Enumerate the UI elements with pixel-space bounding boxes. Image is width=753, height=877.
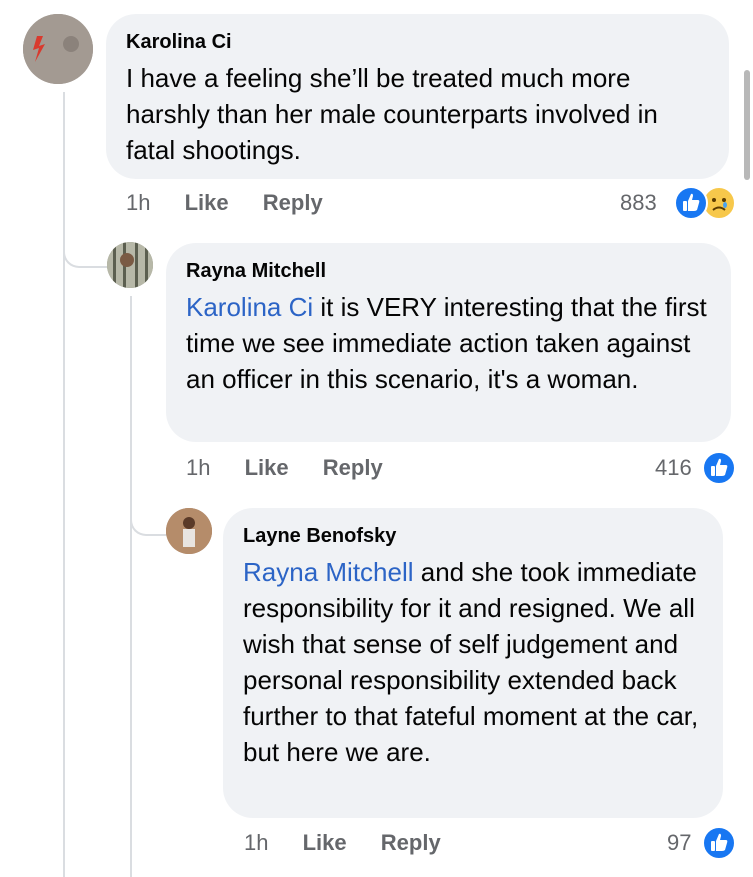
mention-link[interactable]: Rayna Mitchell	[243, 557, 414, 587]
like-icon	[702, 826, 736, 860]
comment-timestamp[interactable]: 1h	[186, 455, 210, 480]
comment-actions: 1h Like Reply	[126, 190, 323, 216]
thread-line-main	[63, 92, 65, 877]
comment-actions: 1h Like Reply	[186, 455, 383, 481]
comment-author[interactable]: Layne Benofsky	[243, 524, 703, 548]
comment-bubble: Karolina Ci I have a feeling she’ll be t…	[106, 14, 729, 179]
avatar-image	[23, 14, 93, 84]
mention-link[interactable]: Karolina Ci	[186, 292, 313, 322]
comment-actions: 1h Like Reply	[244, 830, 441, 856]
avatar[interactable]	[107, 242, 153, 288]
comment-author[interactable]: Karolina Ci	[126, 30, 709, 54]
thread-connector	[130, 500, 168, 536]
comment-timestamp[interactable]: 1h	[244, 830, 268, 855]
comment-text-body: and she took immediate responsibility fo…	[243, 557, 699, 767]
like-button[interactable]: Like	[303, 830, 347, 855]
comment-bubble: Layne Benofsky Rayna Mitchell and she to…	[223, 508, 723, 818]
comment-text: Karolina Ci it is VERY interesting that …	[186, 289, 711, 397]
reply-button[interactable]: Reply	[263, 190, 323, 215]
comment-text: I have a feeling she’ll be treated much …	[126, 63, 658, 165]
scrollbar[interactable]	[744, 70, 750, 180]
avatar[interactable]	[166, 508, 212, 554]
avatar-image	[166, 508, 212, 554]
like-icon	[674, 186, 708, 220]
reply-button[interactable]: Reply	[323, 455, 383, 480]
reaction-count[interactable]: 97	[667, 830, 691, 856]
avatar-image	[107, 242, 153, 288]
like-icon	[702, 451, 736, 485]
reply-button[interactable]: Reply	[381, 830, 441, 855]
thread-line-reply	[130, 296, 132, 877]
comment-text: Rayna Mitchell and she took immediate re…	[243, 554, 703, 770]
avatar[interactable]	[23, 14, 93, 84]
comment-timestamp[interactable]: 1h	[126, 190, 150, 215]
reaction-count[interactable]: 416	[655, 455, 692, 481]
like-button[interactable]: Like	[185, 190, 229, 215]
comment-author[interactable]: Rayna Mitchell	[186, 259, 711, 283]
thread-connector	[63, 232, 109, 268]
reaction-count[interactable]: 883	[620, 190, 657, 216]
comment-bubble: Rayna Mitchell Karolina Ci it is VERY in…	[166, 243, 731, 442]
like-button[interactable]: Like	[245, 455, 289, 480]
